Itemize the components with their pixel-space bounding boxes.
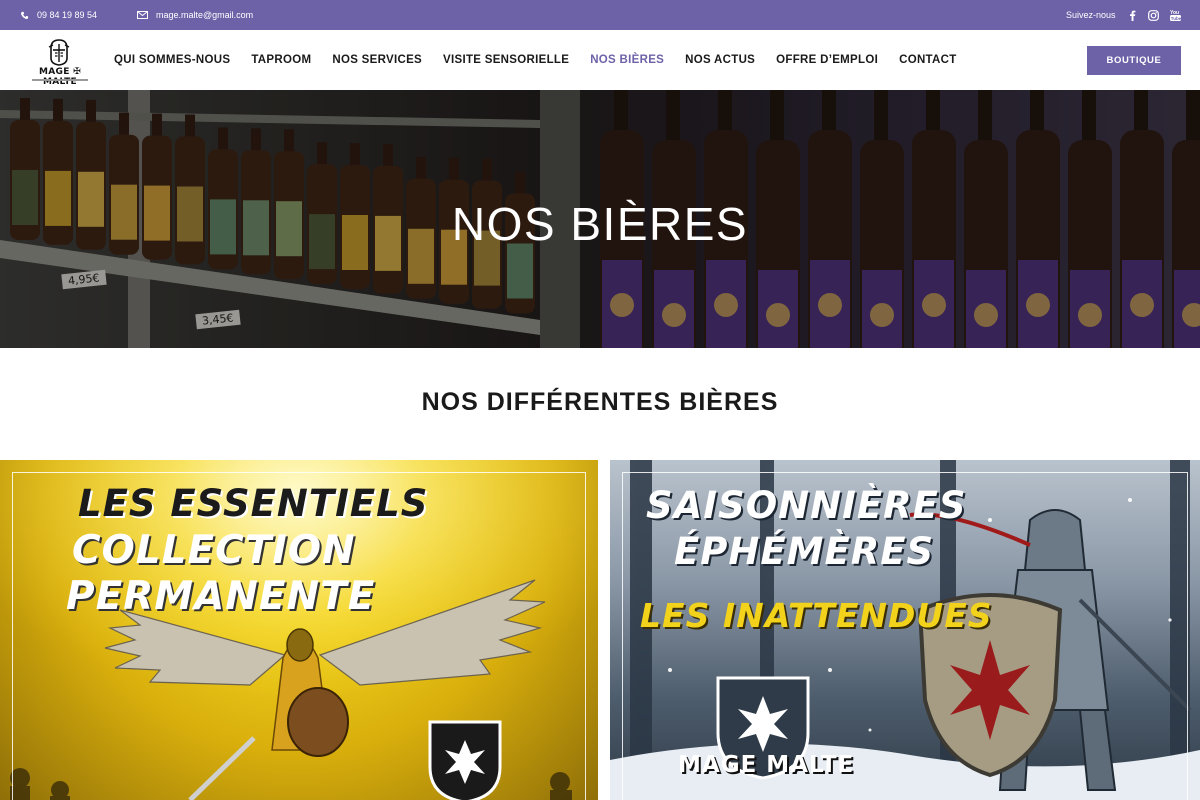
section-title: NOS DIFFÉRENTES BIÈRES bbox=[421, 388, 779, 416]
phone-icon bbox=[20, 11, 29, 20]
collection-card-saisonnieres[interactable]: SAISONNIÈRES ÉPHÉMÈRES LES INATTENDUES M… bbox=[610, 460, 1200, 800]
phone-number: 09 84 19 89 54 bbox=[37, 10, 98, 20]
instagram-icon[interactable] bbox=[1148, 0, 1159, 30]
logo-tagline-rule bbox=[32, 79, 88, 81]
envelope-icon bbox=[137, 11, 148, 19]
site-header: MAGE ✠ MALTE QUI SOMMES-NOUS TAPROOM NOS… bbox=[0, 30, 1200, 90]
card-heading: SAISONNIÈRES bbox=[646, 484, 967, 527]
follow-label: Suivez-nous bbox=[1066, 10, 1116, 20]
nav-item-nos-bieres[interactable]: NOS BIÈRES bbox=[590, 54, 664, 66]
nav-item-contact[interactable]: CONTACT bbox=[899, 54, 956, 66]
boutique-button[interactable]: BOUTIQUE bbox=[1087, 46, 1181, 75]
youtube-icon[interactable]: You Tube bbox=[1170, 0, 1181, 30]
page-title: NOS BIÈRES bbox=[451, 198, 749, 250]
email-address: mage.malte@gmail.com bbox=[156, 10, 254, 20]
email-contact[interactable]: mage.malte@gmail.com bbox=[137, 0, 253, 30]
hero-banner: 4,95€ 3,45€ NOS BIÈRES bbox=[0, 90, 1200, 348]
top-bar: 09 84 19 89 54 mage.malte@gmail.com Suiv… bbox=[0, 0, 1200, 30]
logo[interactable]: MAGE ✠ MALTE bbox=[24, 38, 96, 87]
card-subheading: LES INATTENDUES bbox=[640, 596, 993, 635]
facebook-icon[interactable] bbox=[1129, 0, 1136, 30]
brand-logo-text: MAGE MALTE bbox=[678, 752, 855, 778]
card-subheading: COLLECTION bbox=[72, 528, 356, 573]
nav-item-taproom[interactable]: TAPROOM bbox=[251, 54, 311, 66]
collection-card-essentiels[interactable]: LES ESSENTIELS COLLECTION PERMANENTE bbox=[0, 460, 598, 800]
nav-item-qui-sommes-nous[interactable]: QUI SOMMES-NOUS bbox=[114, 54, 230, 66]
card-heading: LES ESSENTIELS bbox=[78, 482, 429, 525]
nav-item-nos-services[interactable]: NOS SERVICES bbox=[332, 54, 422, 66]
knight-helmet-icon bbox=[48, 38, 70, 66]
nav-item-offre-emploi[interactable]: OFFRE D’EMPLOI bbox=[776, 54, 878, 66]
logo-wordmark: MAGE ✠ MALTE bbox=[39, 67, 81, 87]
phone-contact[interactable]: 09 84 19 89 54 bbox=[20, 0, 97, 30]
nav-item-visite-sensorielle[interactable]: VISITE SENSORIELLE bbox=[443, 54, 569, 66]
card-subheading: ÉPHÉMÈRES bbox=[674, 530, 935, 573]
svg-text:Tube: Tube bbox=[1171, 16, 1181, 21]
main-navigation: QUI SOMMES-NOUS TAPROOM NOS SERVICES VIS… bbox=[114, 30, 978, 90]
nav-item-nos-actus[interactable]: NOS ACTUS bbox=[685, 54, 755, 66]
card-subheading: PERMANENTE bbox=[66, 574, 376, 619]
